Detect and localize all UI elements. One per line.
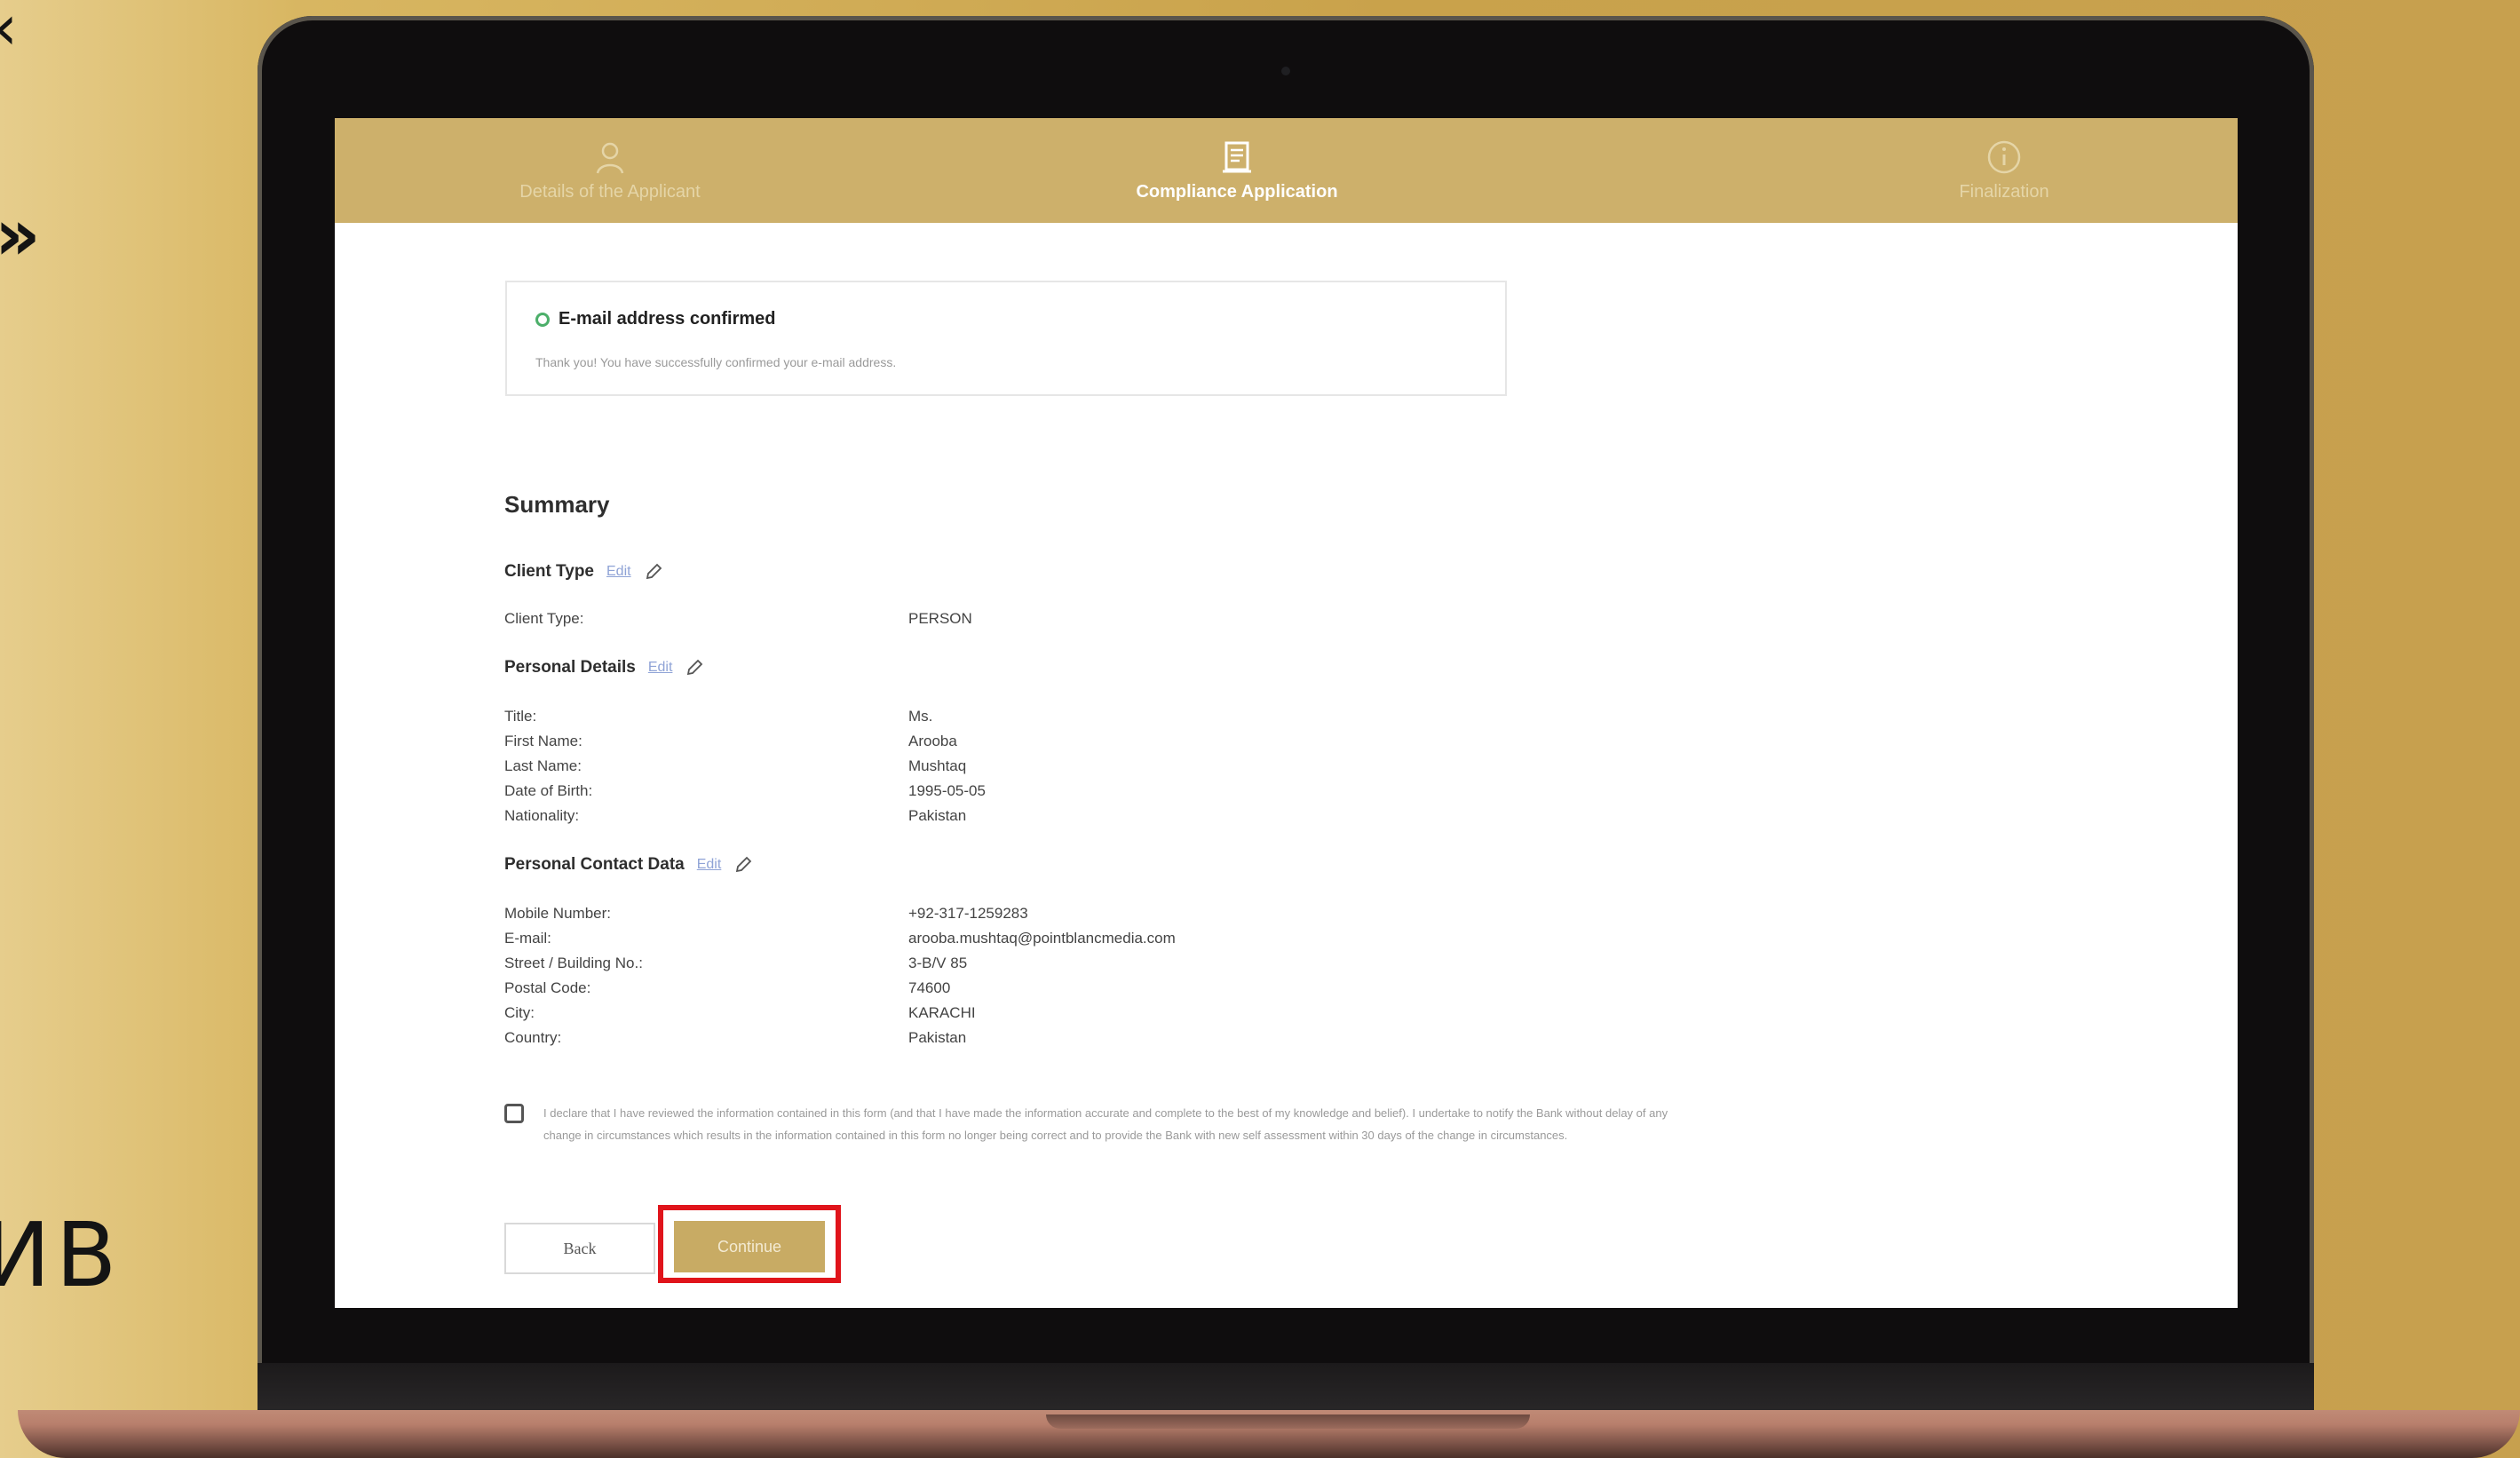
section-personal-details: Personal Details Edit — [504, 658, 704, 677]
alert-title: E-mail address confirmed — [559, 309, 776, 329]
background-glyph-top: ‹ — [0, 0, 18, 64]
section-heading: Personal Contact Data — [504, 855, 685, 874]
row-label: Nationality: — [504, 807, 580, 824]
edit-personal-details-link[interactable]: Edit — [648, 660, 673, 676]
summary-row: Country: Pakistan — [504, 1029, 1304, 1054]
step-finalization[interactable]: Finalization — [1924, 138, 2084, 202]
camera-icon — [1281, 67, 1290, 75]
row-label: E-mail: — [504, 930, 551, 947]
row-value: 1995-05-05 — [908, 782, 986, 799]
declaration-text: I declare that I have reviewed the infor… — [543, 1106, 1668, 1142]
info-icon — [1987, 140, 2021, 174]
row-label: Country: — [504, 1029, 562, 1046]
row-label: First Name: — [504, 733, 582, 749]
section-client-type: Client Type Edit — [504, 562, 663, 582]
summary-row: Last Name: Mushtaq — [504, 757, 1304, 782]
row-label: Last Name: — [504, 757, 582, 774]
email-confirmed-alert: E-mail address confirmed Thank you! You … — [505, 281, 1507, 396]
summary-row: Nationality: Pakistan — [504, 807, 1304, 832]
alert-message: Thank you! You have successfully confirm… — [535, 355, 897, 369]
continue-button[interactable]: Continue — [674, 1221, 825, 1272]
section-heading: Personal Details — [504, 658, 636, 677]
summary-row: Mobile Number: +92-317-1259283 — [504, 905, 1304, 930]
row-label: Mobile Number: — [504, 905, 611, 922]
progress-stepper: Details of the Applicant Compliance Appl… — [335, 118, 2238, 223]
step-label: Compliance Application — [1136, 182, 1338, 202]
row-value: KARACHI — [908, 1004, 976, 1021]
row-value: 74600 — [908, 979, 951, 996]
row-value: Ms. — [908, 708, 933, 725]
summary-row: Date of Birth: 1995-05-05 — [504, 782, 1304, 807]
step-details-of-applicant[interactable]: Details of the Applicant — [477, 138, 743, 202]
row-label: Title: — [504, 708, 537, 725]
row-label: Client Type: — [504, 610, 584, 627]
row-label: City: — [504, 1004, 535, 1021]
summary-row: First Name: Arooba — [504, 733, 1304, 757]
pencil-icon[interactable] — [733, 855, 753, 875]
pencil-icon[interactable] — [685, 658, 704, 677]
row-value: PERSON — [908, 610, 972, 627]
declaration-checkbox[interactable] — [504, 1104, 524, 1123]
summary-row: Title: Ms. — [504, 708, 1304, 733]
back-button[interactable]: Back — [504, 1223, 655, 1274]
laptop-notch — [1046, 1414, 1530, 1429]
summary-row: E-mail: arooba.mushtaq@pointblancmedia.c… — [504, 930, 1304, 955]
summary-row: Street / Building No.: 3-B/V 85 — [504, 955, 1304, 979]
step-compliance-application[interactable]: Compliance Application — [1104, 138, 1370, 202]
row-value: Mushtaq — [908, 757, 967, 774]
background-text-bottom: ИВ — [0, 1203, 123, 1307]
summary-title: Summary — [504, 491, 610, 518]
edit-client-type-link[interactable]: Edit — [606, 564, 631, 580]
row-value: Arooba — [908, 733, 957, 749]
row-value: +92-317-1259283 — [908, 905, 1028, 922]
row-value: 3-B/V 85 — [908, 955, 968, 971]
background-glyph-mid: » — [0, 194, 41, 276]
section-personal-contact-data: Personal Contact Data Edit — [504, 855, 753, 875]
summary-row: City: KARACHI — [504, 1004, 1304, 1029]
step-label: Finalization — [1959, 182, 2049, 202]
success-icon — [535, 313, 550, 327]
pencil-icon[interactable] — [644, 562, 663, 582]
row-label: Street / Building No.: — [504, 955, 643, 971]
summary-row: Client Type: PERSON — [504, 610, 1304, 635]
document-icon — [1223, 141, 1251, 173]
row-value: Pakistan — [908, 807, 967, 824]
summary-row: Postal Code: 74600 — [504, 979, 1304, 1004]
row-label: Postal Code: — [504, 979, 591, 996]
screen: Details of the Applicant Compliance Appl… — [335, 118, 2238, 1308]
row-label: Date of Birth: — [504, 782, 593, 799]
step-label: Details of the Applicant — [519, 182, 701, 202]
row-value: arooba.mushtaq@pointblancmedia.com — [908, 930, 1176, 947]
edit-contact-data-link[interactable]: Edit — [697, 857, 722, 873]
section-heading: Client Type — [504, 562, 594, 581]
laptop-chin — [258, 1363, 2314, 1416]
person-icon — [596, 142, 624, 174]
row-value: Pakistan — [908, 1029, 967, 1046]
